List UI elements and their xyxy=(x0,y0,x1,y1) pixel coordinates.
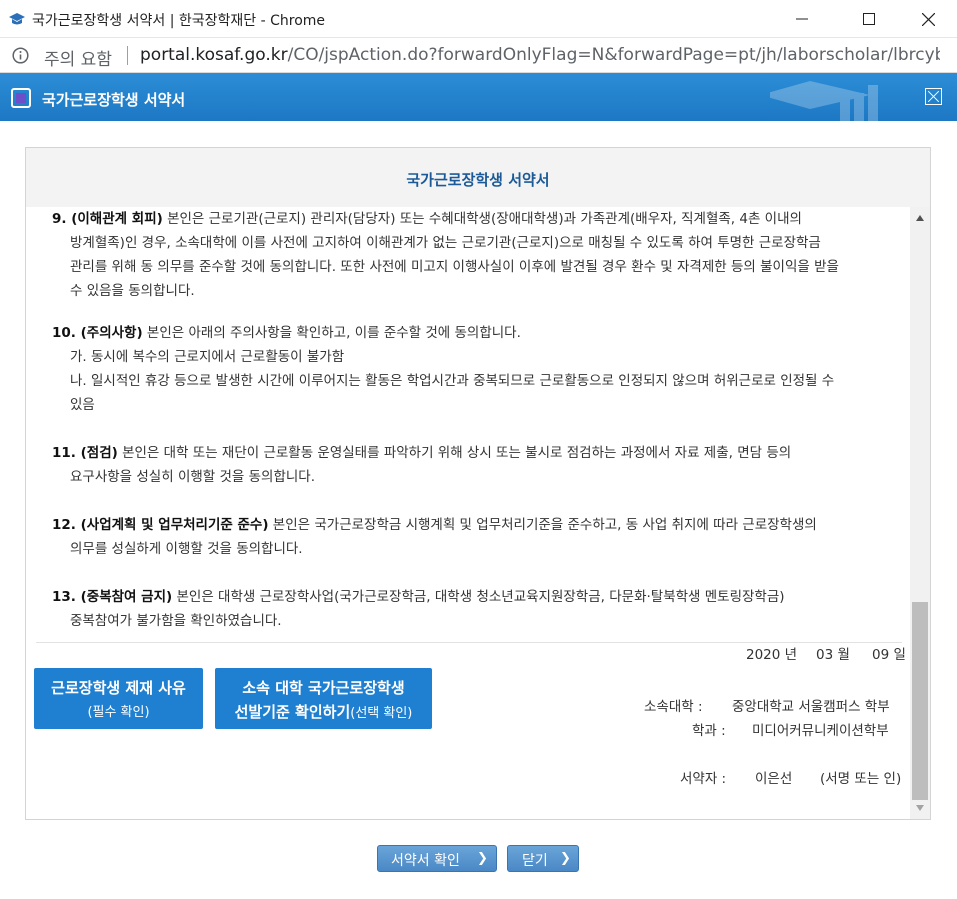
confirm-pledge-button[interactable]: 서약서 확인 ❯ xyxy=(377,845,497,872)
scrollbar-thumb[interactable] xyxy=(912,602,928,800)
close-button[interactable]: 닫기 ❯ xyxy=(507,845,579,872)
clause-13: 13. (중복참여 금지) 본인은 대학생 근로장학사업(국가근로장학금, 대학… xyxy=(52,585,785,633)
clause-10: 10. (주의사항) 본인은 아래의 주의사항을 확인하고, 이를 준수할 것에… xyxy=(52,321,834,417)
popup-header: 국가근로장학생 서약서 xyxy=(0,73,957,121)
chevron-right-icon: ❯ xyxy=(477,851,488,866)
clause-number: 13. (중복참여 금지) xyxy=(52,589,173,605)
panel-title: 국가근로장학생 서약서 xyxy=(406,171,550,189)
university-value: 중앙대학교 서울캠퍼스 학부 xyxy=(732,699,890,715)
sign-month: 03 월 xyxy=(816,647,850,663)
popup-close-button[interactable] xyxy=(925,88,942,105)
chevron-right-icon: ❯ xyxy=(560,851,571,866)
selection-criteria-button[interactable]: 소속 대학 국가근로장학생 선발기준 확인하기(선택 확인) xyxy=(215,668,432,729)
graduation-cap-decoration-icon xyxy=(770,81,878,121)
clause-12: 12. (사업계획 및 업무처리기준 준수) 본인은 국가근로장학금 시행계획 … xyxy=(52,513,817,561)
clause-number: 9. (이해관계 회피) xyxy=(52,211,163,227)
signature-hint: (서명 또는 인) xyxy=(820,771,902,787)
clause-text: 의무를 성실하게 이행할 것을 동의합니다. xyxy=(70,541,303,557)
sign-year: 2020 년 xyxy=(746,647,798,663)
university-label: 소속대학 : xyxy=(644,699,703,715)
clause-text: 나. 일시적인 휴강 등으로 발생한 시간에 이루어지는 활동은 학업시간과 중… xyxy=(70,373,835,389)
panel-header: 국가근로장학생 서약서 xyxy=(26,148,930,207)
maximize-button[interactable] xyxy=(846,0,892,38)
button-sublabel: (선택 확인) xyxy=(350,706,413,721)
clause-text: 본인은 국가근로장학금 시행계획 및 업무처리기준을 준수하고, 동 사업 취지… xyxy=(268,517,817,533)
department-label: 학과 : xyxy=(692,723,726,739)
clause-text: 관리를 위해 동 의무를 준수할 것에 동의합니다. 또한 사전에 미고지 이행… xyxy=(70,259,839,275)
pledge-content: 9. (이해관계 회피) 본인은 근로기관(근로지) 관리자(담당자) 또는 수… xyxy=(36,207,902,643)
window-title: 국가근로장학생 서약서 | 한국장학재단 - Chrome xyxy=(32,13,326,29)
signer-name: 이은선 xyxy=(755,771,793,787)
divider xyxy=(127,46,128,65)
url-host: portal.kosaf.go.kr xyxy=(140,45,288,65)
button-label: 닫기 xyxy=(522,853,548,869)
clause-9: 9. (이해관계 회피) 본인은 근로기관(근로지) 관리자(담당자) 또는 수… xyxy=(52,207,839,303)
clause-text: 있음 xyxy=(70,397,95,413)
clause-text: 본인은 근로기관(근로지) 관리자(담당자) 또는 수혜대학생(장애대학생)과 … xyxy=(162,211,802,227)
minimize-button[interactable] xyxy=(779,0,825,38)
clause-text: 본인은 아래의 주의사항을 확인하고, 이를 준수할 것에 동의합니다. xyxy=(142,325,521,341)
popup-title: 국가근로장학생 서약서 xyxy=(42,91,186,109)
button-label: 근로장학생 제재 사유 xyxy=(51,679,186,697)
sign-day: 09 일 xyxy=(872,647,906,663)
scroll-up-icon[interactable] xyxy=(916,215,924,221)
button-sublabel: (필수 확인) xyxy=(87,705,150,720)
clause-11: 11. (점검) 본인은 대학 또는 재단이 근로활동 운영실태를 파악하기 위… xyxy=(52,441,791,489)
clause-text: 방계혈족)인 경우, 소속대학에 이를 사전에 고지하여 이해관계가 없는 근로… xyxy=(70,235,821,251)
maximize-icon xyxy=(863,13,875,25)
button-label: 서약서 확인 xyxy=(391,853,460,869)
graduation-cap-icon xyxy=(9,13,25,25)
close-window-button[interactable] xyxy=(905,0,951,38)
pledge-panel: 국가근로장학생 서약서 9. (이해관계 회피) 본인은 근로기관(근로지) 관… xyxy=(25,147,931,820)
url-text[interactable]: portal.kosaf.go.kr/CO/jspAction.do?forwa… xyxy=(140,45,940,65)
window-icon xyxy=(11,88,31,108)
clause-text: 가. 동시에 복수의 근로지에서 근로활동이 불가함 xyxy=(70,349,345,365)
clause-text: 중복참여가 불가함을 확인하였습니다. xyxy=(70,613,282,629)
close-icon xyxy=(921,12,935,26)
sanction-reason-button[interactable]: 근로장학생 제재 사유 (필수 확인) xyxy=(34,668,203,729)
security-warning[interactable]: 주의 요함 xyxy=(44,45,112,70)
clause-text: 수 있음을 동의합니다. xyxy=(70,283,195,299)
department-value: 미디어커뮤니케이션학부 xyxy=(752,723,889,739)
button-label: 선발기준 확인하기 xyxy=(234,703,351,721)
clause-number: 11. (점검) xyxy=(52,445,118,461)
url-path: /CO/jspAction.do?forwardOnlyFlag=N&forwa… xyxy=(287,45,940,65)
button-label: 소속 대학 국가근로장학생 xyxy=(242,679,405,697)
clause-number: 12. (사업계획 및 업무처리기준 준수) xyxy=(52,517,269,533)
signer-label: 서약자 : xyxy=(680,771,727,787)
clause-number: 10. (주의사항) xyxy=(52,325,143,341)
clause-text: 본인은 대학 또는 재단이 근로활동 운영실태를 파악하기 위해 상시 또는 불… xyxy=(117,445,792,461)
address-bar[interactable]: 주의 요함 portal.kosaf.go.kr/CO/jspAction.do… xyxy=(0,38,957,73)
window-titlebar: 국가근로장학생 서약서 | 한국장학재단 - Chrome xyxy=(0,0,957,38)
clause-text: 요구사항을 성실히 이행할 것을 동의합니다. xyxy=(70,469,316,485)
scrollbar[interactable] xyxy=(910,207,930,819)
clause-text: 본인은 대학생 근로장학사업(국가근로장학금, 대학생 청소년교육지원장학금, … xyxy=(172,589,785,605)
minimize-icon xyxy=(796,18,808,20)
info-icon[interactable] xyxy=(12,47,29,64)
scroll-down-icon[interactable] xyxy=(916,805,924,811)
